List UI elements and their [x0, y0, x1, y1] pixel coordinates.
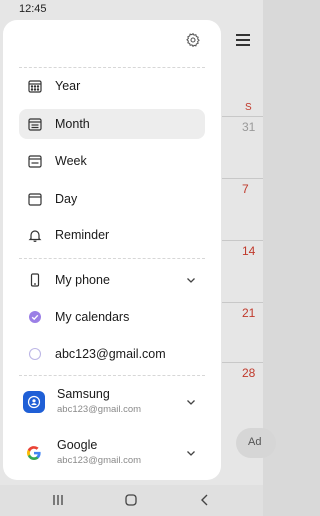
view-item-day[interactable]: Day	[19, 184, 205, 214]
view-item-label: Reminder	[55, 228, 110, 242]
view-item-week[interactable]: Week	[19, 146, 205, 176]
calendar-day-cell[interactable]: 31	[242, 120, 255, 134]
account-email: abc123@gmail.com	[57, 404, 142, 415]
system-navigation-bar	[0, 485, 263, 516]
view-item-reminder[interactable]: Reminder	[19, 220, 205, 250]
google-icon	[23, 442, 45, 464]
view-item-year[interactable]: Year	[19, 71, 205, 101]
account-item-google[interactable]: Google abc123@gmail.com	[19, 434, 205, 478]
account-name: Samsung	[57, 387, 110, 401]
week-divider	[222, 240, 263, 241]
calendar-item-gmail[interactable]: abc123@gmail.com	[19, 339, 205, 369]
section-divider	[19, 258, 205, 259]
week-divider	[222, 302, 263, 303]
samsung-account-icon	[23, 391, 45, 413]
hamburger-menu-icon[interactable]	[236, 34, 250, 48]
calendar-grid-icon	[27, 78, 43, 94]
calendar-day-cell[interactable]: 7	[242, 182, 249, 196]
calendar-day-cell[interactable]: 21	[242, 306, 255, 320]
account-item-samsung[interactable]: Samsung abc123@gmail.com	[19, 383, 205, 427]
section-divider	[19, 375, 205, 376]
add-event-button[interactable]: Ad	[236, 428, 276, 458]
empty-circle-icon[interactable]	[27, 346, 43, 362]
bell-icon	[27, 227, 43, 243]
home-icon[interactable]	[123, 492, 139, 508]
view-item-label: Day	[55, 192, 78, 206]
week-divider	[222, 178, 263, 179]
settings-gear-icon[interactable]	[185, 32, 201, 48]
recent-apps-icon[interactable]	[50, 492, 66, 508]
back-icon[interactable]	[197, 492, 213, 508]
calendar-day-cell[interactable]: 28	[242, 366, 255, 380]
chevron-down-icon[interactable]	[185, 395, 197, 407]
view-item-month[interactable]: Month	[19, 109, 205, 139]
calendar-item-label: abc123@gmail.com	[55, 347, 166, 361]
chevron-down-icon[interactable]	[185, 446, 197, 458]
calendar-month-icon	[27, 116, 43, 132]
navigation-drawer: Year Month Week Day Reminder My phone My…	[3, 20, 221, 480]
calendar-day-icon	[27, 191, 43, 207]
phone-icon	[27, 272, 43, 288]
status-time: 12:45	[19, 3, 47, 15]
week-divider	[222, 116, 263, 117]
section-divider	[19, 67, 205, 68]
calendar-item-my-calendars[interactable]: My calendars	[19, 302, 205, 332]
calendar-item-label: My phone	[55, 273, 110, 287]
account-email: abc123@gmail.com	[57, 455, 142, 466]
check-circle-icon[interactable]	[27, 309, 43, 325]
calendar-week-icon	[27, 153, 43, 169]
week-divider	[222, 362, 263, 363]
account-name: Google	[57, 438, 98, 452]
calendar-item-label: My calendars	[55, 310, 130, 324]
chevron-down-icon[interactable]	[185, 273, 197, 285]
view-item-label: Year	[55, 79, 81, 93]
calendar-item-my-phone[interactable]: My phone	[19, 265, 205, 295]
calendar-day-cell[interactable]: 14	[242, 244, 255, 258]
view-item-label: Month	[55, 117, 90, 131]
weekday-header-sunday: S	[245, 102, 252, 113]
view-item-label: Week	[55, 154, 87, 168]
